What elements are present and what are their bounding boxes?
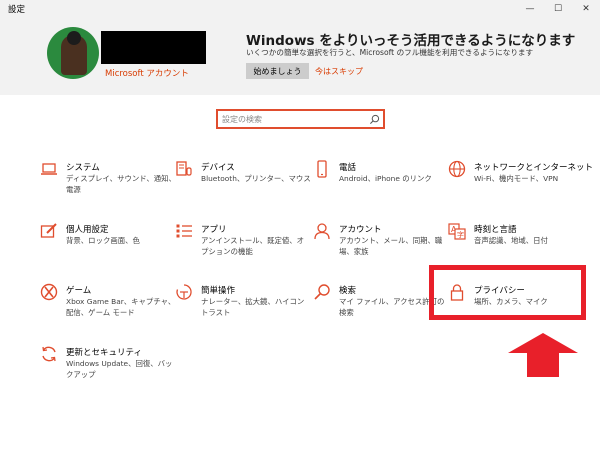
time-language-icon: A 字: [448, 223, 466, 240]
tile-accounts[interactable]: アカウント アカウント、メール、同期、職場、家族: [313, 222, 453, 268]
tile-network[interactable]: ネットワークとインターネット Wi-Fi、機内モード、VPN: [448, 160, 593, 206]
account-icon: [314, 223, 330, 240]
svg-text:字: 字: [457, 230, 464, 239]
phone-icon: [317, 160, 327, 178]
tile-system[interactable]: システム ディスプレイ、サウンド、通知、電源: [40, 160, 180, 206]
ease-of-access-icon: [176, 284, 192, 300]
tile-description: Wi-Fi、機内モード、VPN: [474, 174, 559, 183]
globe-icon: [448, 160, 466, 178]
tile-label: 個人用設定: [66, 225, 109, 235]
minimize-button[interactable]: —: [516, 0, 544, 17]
tile-description: アンインストール、既定値、オプションの機能: [201, 236, 305, 256]
tile-label: 簡単操作: [201, 286, 236, 296]
window-title: 設定: [8, 5, 26, 15]
tile-description: ディスプレイ、サウンド、通知、電源: [66, 174, 176, 194]
microsoft-account-link[interactable]: Microsoft アカウント: [105, 67, 189, 79]
tile-description: 背景、ロック画面、色: [66, 236, 140, 245]
tile-phone[interactable]: 電話 Android、iPhone のリンク: [313, 160, 453, 206]
window-controls: — ☐ ✕: [516, 0, 600, 17]
tile-label: 検索: [339, 286, 357, 296]
search-icon: [314, 284, 330, 300]
laptop-icon: [41, 163, 57, 175]
tile-label: システム: [66, 163, 100, 173]
apps-icon: [176, 224, 192, 238]
settings-search-box[interactable]: [216, 109, 385, 129]
avatar[interactable]: [47, 27, 99, 79]
search-icon[interactable]: [369, 114, 380, 125]
personalization-icon: [40, 223, 57, 238]
promo-description: いくつかの簡単な選択を行うと、Microsoft のフル機能を利用できるようにな…: [246, 48, 534, 57]
tile-label: アプリ: [201, 225, 227, 235]
tile-description: Bluetooth、プリンター、マウス: [201, 174, 311, 183]
tile-description: ナレーター、拡大鏡、ハイコントラスト: [201, 297, 305, 317]
xbox-icon: [40, 283, 58, 301]
search-input[interactable]: [222, 113, 367, 126]
skip-link[interactable]: 今はスキップ: [315, 66, 363, 77]
tile-description: アカウント、メール、同期、職場、家族: [339, 236, 443, 256]
tile-description: 音声認識、地域、日付: [474, 236, 548, 245]
tile-gaming[interactable]: ゲーム Xbox Game Bar、キャプチャ、配信、ゲーム モード: [40, 283, 180, 329]
tile-label: アカウント: [339, 225, 382, 235]
title-bar: 設定 — ☐ ✕: [0, 0, 600, 17]
tile-label: 時刻と言語: [474, 225, 517, 235]
tile-label: 電話: [339, 163, 357, 173]
tile-description: Windows Update、回復、バックアップ: [66, 359, 173, 379]
tile-label: ゲーム: [66, 286, 92, 296]
update-icon: [42, 346, 56, 362]
tile-ease-of-access[interactable]: 簡単操作 ナレーター、拡大鏡、ハイコントラスト: [175, 283, 315, 329]
redacted-account-name: [101, 31, 206, 64]
tile-personalization[interactable]: 個人用設定 背景、ロック画面、色: [40, 222, 180, 268]
tile-devices[interactable]: デバイス Bluetooth、プリンター、マウス: [175, 160, 315, 206]
privacy-highlight-box: [429, 265, 586, 320]
promo-title: Windows をよりいっそう活用できるようになります: [246, 33, 576, 49]
close-button[interactable]: ✕: [572, 0, 600, 17]
avatar-head: [67, 31, 81, 45]
tile-description: Xbox Game Bar、キャプチャ、配信、ゲーム モード: [66, 297, 176, 317]
devices-icon: [176, 161, 192, 176]
tile-label: デバイス: [201, 163, 235, 173]
tile-description: Android、iPhone のリンク: [339, 174, 432, 183]
get-started-button[interactable]: 始めましょう: [246, 63, 309, 79]
tile-label: 更新とセキュリティ: [66, 348, 142, 358]
tile-update-security[interactable]: 更新とセキュリティ Windows Update、回復、バックアップ: [40, 345, 180, 391]
tile-apps[interactable]: アプリ アンインストール、既定値、オプションの機能: [175, 222, 315, 268]
up-arrow-icon: [508, 333, 578, 377]
maximize-button[interactable]: ☐: [544, 0, 572, 17]
tile-label: ネットワークとインターネット: [474, 163, 594, 173]
tile-time-language[interactable]: A 字 時刻と言語 音声認識、地域、日付: [448, 222, 588, 268]
